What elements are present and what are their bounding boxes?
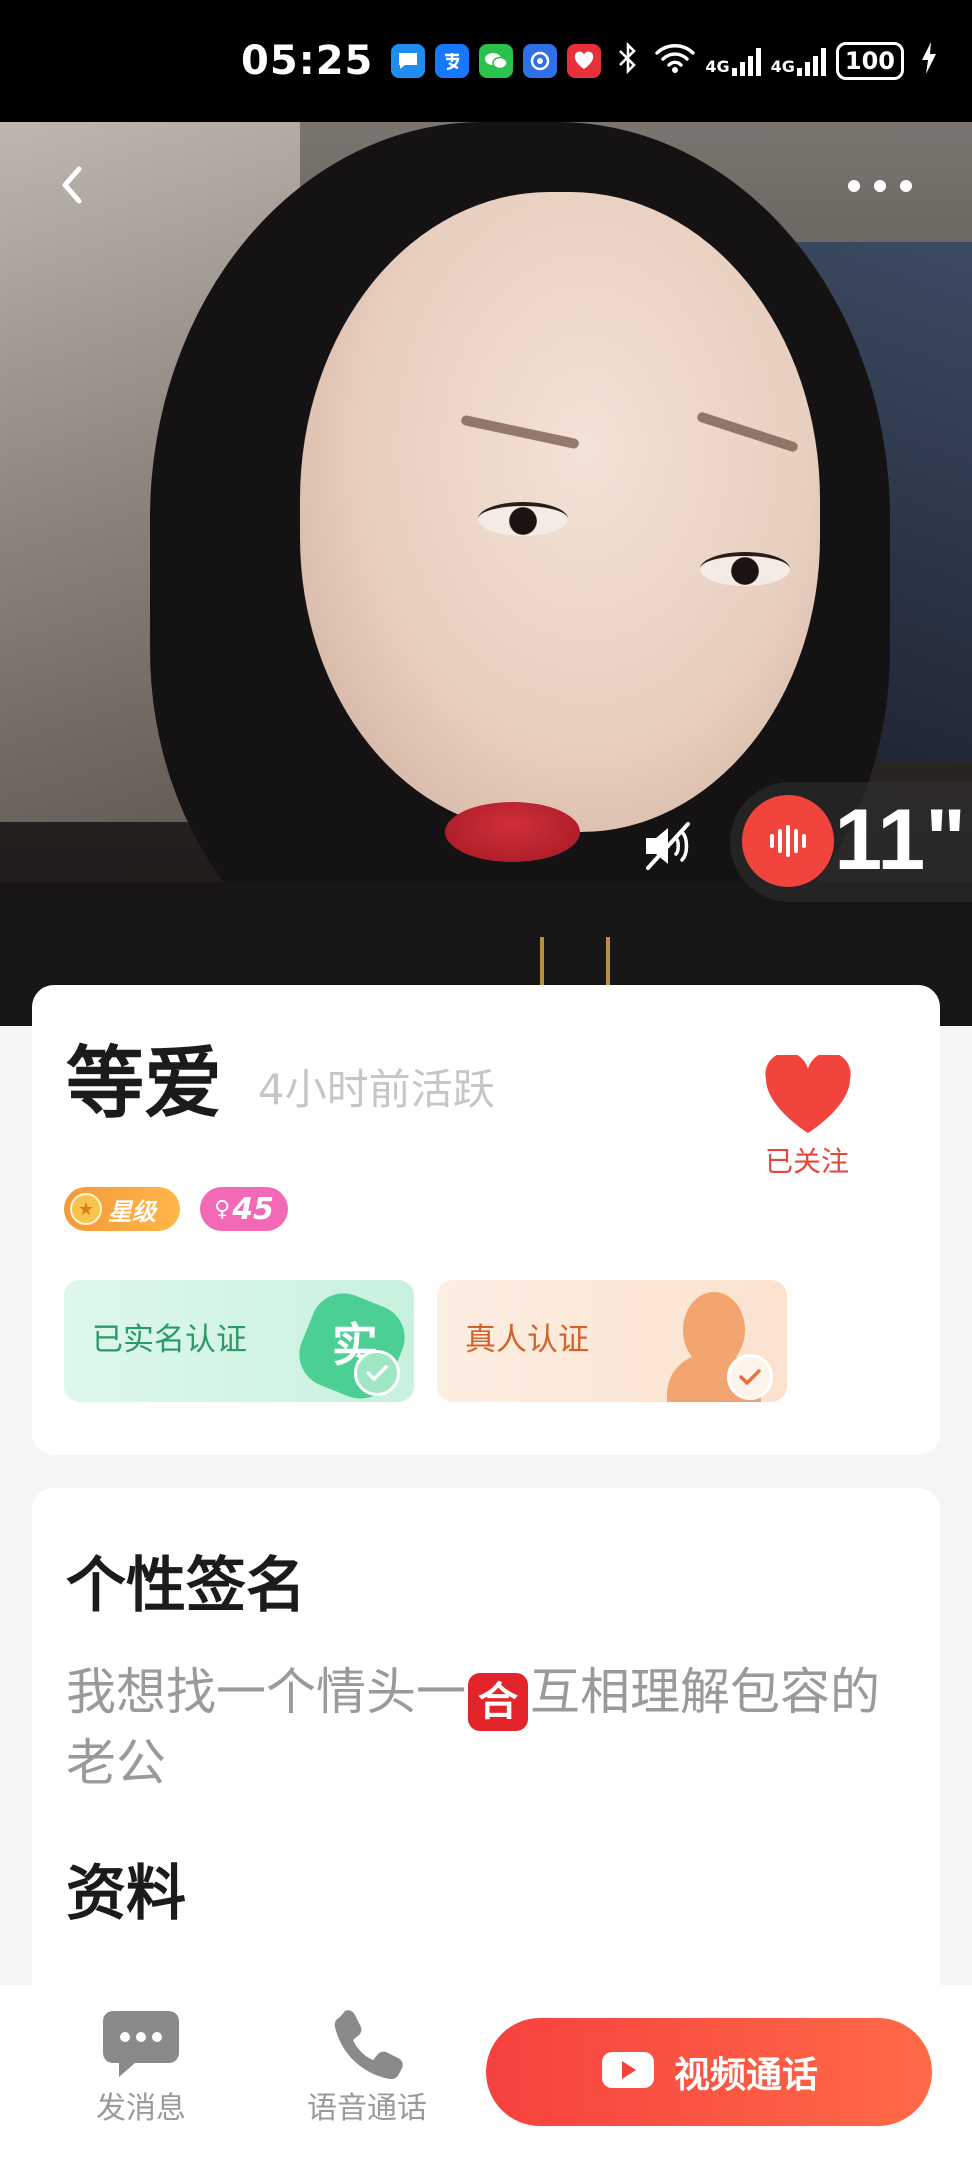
wechat-icon (479, 44, 514, 78)
app-icon-red (567, 44, 602, 78)
chat-bubble-icon (101, 2007, 181, 2079)
send-message-label: 发消息 (96, 2091, 186, 2126)
bio-text: 我想找一个情头一合互相理解包容的老公 (66, 1660, 926, 1795)
signal-icon: 4G (771, 46, 826, 76)
signal-icon: 4G (705, 46, 761, 76)
speaker-muted-icon[interactable] (630, 808, 706, 884)
wifi-icon (655, 42, 696, 81)
photo-lips (445, 802, 580, 862)
charging-icon (920, 41, 938, 82)
active-status: 4小时前活跃 (258, 1065, 495, 1114)
female-icon: ♀ (214, 1196, 231, 1222)
phone-icon (327, 2007, 407, 2080)
real-name-verified-label: 已实名认证 (92, 1322, 247, 1358)
heart-icon[interactable] (762, 1052, 854, 1135)
voice-duration: 11" (834, 792, 966, 888)
status-bar: 05:25 4G 4G 100 (0, 0, 972, 122)
chevron-left-icon[interactable] (48, 160, 98, 210)
real-person-verified-label: 真人认证 (465, 1322, 589, 1358)
status-time: 05:25 (241, 38, 374, 84)
details-title: 资料 (66, 1859, 186, 1929)
bio-text-before: 我想找一个情头一 (66, 1663, 466, 1721)
bio-card: 个性签名 我想找一个情头一合互相理解包容的老公 资料 (32, 1488, 940, 2048)
photo-eye (700, 552, 790, 586)
level-badge: ★ 星级 (64, 1187, 180, 1231)
profile-card: 等爱 4小时前活跃 已关注 ★ 星级 ♀ 45 已实名认证 实 真人认证 (32, 985, 940, 1455)
more-dots-icon[interactable] (848, 166, 912, 206)
network-type-label: 4G (770, 57, 795, 76)
real-name-verified-card[interactable]: 已实名认证 实 (64, 1280, 414, 1402)
star-icon: ★ (70, 1193, 102, 1225)
check-icon (354, 1350, 400, 1396)
profile-name: 等爱 (66, 1039, 223, 1129)
app-icon (523, 44, 558, 78)
bluetooth-icon (617, 41, 639, 81)
follow-button[interactable]: 已关注 (732, 1145, 882, 1179)
voice-call-label: 语音通话 (307, 2091, 427, 2126)
message-icon (391, 44, 426, 78)
photo-eye (478, 502, 568, 536)
age-value: 45 (232, 1191, 274, 1227)
battery-icon: 100 (835, 42, 904, 80)
video-camera-icon (600, 2048, 656, 2096)
real-person-verified-card[interactable]: 真人认证 (437, 1280, 787, 1402)
video-call-button[interactable]: 视频通话 (486, 2018, 932, 2126)
video-call-label: 视频通话 (673, 2055, 818, 2096)
send-message-button[interactable]: 发消息 (46, 2007, 236, 2137)
voice-call-button[interactable]: 语音通话 (272, 2007, 462, 2137)
bio-title: 个性签名 (66, 1551, 306, 1621)
alipay-icon (435, 44, 470, 78)
he-emoji-icon: 合 (468, 1673, 528, 1731)
check-icon (727, 1354, 773, 1400)
age-badge: ♀ 45 (200, 1187, 288, 1231)
network-type-label: 4G (705, 57, 730, 76)
level-badge-label: 星级 (108, 1197, 156, 1226)
battery-level: 100 (844, 47, 895, 75)
